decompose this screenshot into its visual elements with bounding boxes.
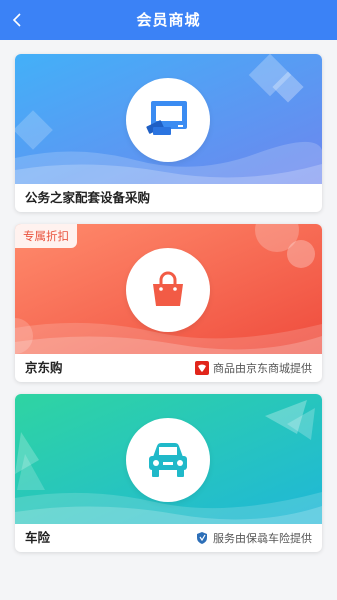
card-footer: 车险 服务由保骉车险提供 (15, 524, 322, 552)
icon-circle (126, 248, 210, 332)
card-title: 京东购 (25, 360, 63, 375)
banner-jd: 专属折扣 (15, 224, 322, 354)
shield-logo-icon (197, 532, 207, 544)
computer-monitor-icon (146, 101, 187, 135)
card-title: 公务之家配套设备采购 (25, 190, 151, 205)
card-title: 车险 (25, 530, 51, 545)
card-jd-shopping[interactable]: 专属折扣 京东购 商品由京东商城提供 (15, 224, 322, 382)
car-icon (149, 443, 187, 477)
card-footer: 公务之家配套设备采购 (15, 184, 322, 212)
icon-circle (126, 78, 210, 162)
exclusive-discount-badge: 专属折扣 (15, 224, 77, 248)
shopping-bag-icon (153, 271, 183, 306)
provider-text: 服务由保骉车险提供 (213, 532, 312, 545)
card-car-insurance[interactable]: 车险 服务由保骉车险提供 (15, 394, 322, 552)
banner-car (15, 394, 322, 524)
banner-equipment (15, 54, 322, 184)
card-equipment-purchase[interactable]: 公务之家配套设备采购 (15, 54, 322, 212)
provider-info: 商品由京东商城提供 (195, 354, 312, 382)
jd-logo-icon (195, 361, 209, 375)
icon-circle (126, 418, 210, 502)
card-footer: 京东购 商品由京东商城提供 (15, 354, 322, 382)
provider-info: 服务由保骉车险提供 (195, 524, 312, 552)
top-bar: 会员商城 (0, 0, 337, 40)
provider-text: 商品由京东商城提供 (213, 362, 312, 375)
page-title: 会员商城 (136, 11, 201, 29)
